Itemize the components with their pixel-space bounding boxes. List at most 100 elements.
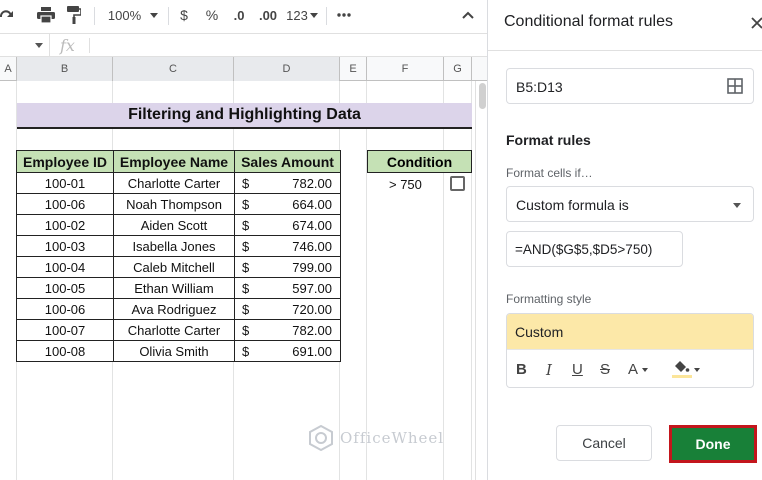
sales-amount-value: 799.00 [292, 259, 332, 275]
more-options-icon[interactable] [336, 4, 352, 26]
style-toolbar: B I U S A [507, 349, 753, 387]
employee-id-cell[interactable]: 100-06 [16, 298, 114, 320]
collapse-toolbar-icon[interactable] [460, 4, 476, 26]
header-employee-id[interactable]: Employee ID [16, 150, 114, 173]
close-icon[interactable] [750, 13, 762, 33]
grid-line [471, 81, 472, 480]
table-row: 100-04 Caleb Mitchell $799.00 [16, 256, 341, 278]
column-header[interactable]: C [113, 57, 234, 81]
text-color-icon[interactable]: A [628, 361, 649, 378]
name-box[interactable] [0, 34, 50, 56]
column-header[interactable]: A [0, 57, 17, 81]
currency-button[interactable]: $ [176, 4, 192, 26]
select-range-icon[interactable] [727, 78, 743, 94]
underline-icon[interactable]: U [572, 361, 583, 378]
employee-name-cell[interactable]: Ava Rodriguez [113, 298, 235, 320]
scrollbar-thumb[interactable] [479, 83, 486, 109]
formatting-style-box: Custom B I U S A [506, 313, 754, 388]
currency-symbol: $ [242, 218, 250, 233]
employee-name-cell[interactable]: Isabella Jones [113, 235, 235, 257]
italic-icon[interactable]: I [546, 361, 552, 379]
condition-checkbox[interactable] [450, 176, 465, 191]
sales-amount-cell[interactable]: $799.00 [234, 256, 341, 278]
sales-amount-value: 720.00 [292, 301, 332, 317]
sales-amount-cell[interactable]: $782.00 [234, 319, 341, 341]
zoom-value: 100% [107, 7, 142, 23]
vertical-scrollbar[interactable] [475, 81, 487, 480]
table-row: 100-06 Ava Rodriguez $720.00 [16, 298, 341, 320]
condition-value[interactable]: > 750 [389, 177, 422, 192]
employee-name-cell[interactable]: Aiden Scott [113, 214, 235, 236]
custom-formula-input[interactable]: =AND($G$5,$D5>750) [506, 231, 683, 267]
employee-name-cell[interactable]: Ethan William [113, 277, 235, 299]
currency-symbol: $ [242, 176, 250, 191]
sales-amount-cell[interactable]: $746.00 [234, 235, 341, 257]
employee-name-cell[interactable]: Caleb Mitchell [113, 256, 235, 278]
condition-dropdown[interactable]: Custom formula is [506, 186, 754, 222]
column-headers: A B C D E F G [0, 57, 487, 81]
employee-name-cell[interactable]: Noah Thompson [113, 193, 235, 215]
redo-icon[interactable] [0, 4, 14, 26]
chevron-down-icon [733, 203, 741, 208]
fill-color-icon[interactable] [672, 359, 700, 383]
employee-id-cell[interactable]: 100-08 [16, 340, 114, 362]
spreadsheet-area: 100% $ % .0 .00 123 fx A B C D E F G Fil… [0, 0, 487, 480]
print-icon[interactable] [36, 4, 56, 26]
strikethrough-icon[interactable]: S [600, 361, 610, 378]
sales-amount-value: 782.00 [292, 175, 332, 191]
sales-amount-cell[interactable]: $691.00 [234, 340, 341, 362]
condition-dropdown-value: Custom formula is [516, 197, 629, 213]
sales-amount-value: 664.00 [292, 196, 332, 212]
formula-input[interactable] [92, 34, 472, 56]
format-rules-label: Format rules [506, 132, 591, 148]
sales-amount-cell[interactable]: $720.00 [234, 298, 341, 320]
employee-id-cell[interactable]: 100-05 [16, 277, 114, 299]
table-row: 100-02 Aiden Scott $674.00 [16, 214, 341, 236]
done-button[interactable]: Done [670, 426, 756, 462]
employee-id-cell[interactable]: 100-07 [16, 319, 114, 341]
style-preview[interactable]: Custom [507, 314, 753, 349]
employee-id-cell[interactable]: 100-03 [16, 235, 114, 257]
number-format-select[interactable]: 123 [285, 4, 319, 26]
sales-amount-cell[interactable]: $782.00 [234, 172, 341, 194]
currency-symbol: $ [242, 323, 250, 338]
number-format-label: 123 [286, 7, 308, 23]
condition-header[interactable]: Condition [367, 150, 472, 173]
column-header[interactable]: B [17, 57, 113, 81]
header-sales-amount[interactable]: Sales Amount [234, 150, 341, 173]
header-employee-name[interactable]: Employee Name [113, 150, 235, 173]
column-header[interactable]: E [340, 57, 367, 81]
bold-icon[interactable]: B [516, 361, 527, 378]
percent-button[interactable]: % [204, 4, 220, 26]
range-input[interactable]: B5:D13 [506, 68, 754, 104]
cancel-button[interactable]: Cancel [556, 425, 652, 461]
increase-decimal-button[interactable]: .00 [256, 4, 280, 26]
formatting-style-label: Formatting style [506, 292, 592, 306]
toolbar-divider [326, 7, 327, 25]
employee-id-cell[interactable]: 100-01 [16, 172, 114, 194]
employee-name-cell[interactable]: Charlotte Carter [113, 172, 235, 194]
employee-name-cell[interactable]: Charlotte Carter [113, 319, 235, 341]
sheet-title: Filtering and Highlighting Data [17, 103, 472, 129]
employee-id-cell[interactable]: 100-02 [16, 214, 114, 236]
fx-icon: fx [60, 36, 75, 55]
zoom-select[interactable]: 100% [106, 4, 160, 26]
chevron-down-icon [642, 368, 649, 373]
table-row: 100-07 Charlotte Carter $782.00 [16, 319, 341, 341]
conditional-format-panel: Conditional format rules B5:D13 Format r… [487, 0, 762, 480]
employee-id-cell[interactable]: 100-06 [16, 193, 114, 215]
decrease-decimal-label: .0 [233, 7, 245, 23]
column-header[interactable]: G [444, 57, 472, 81]
sales-amount-cell[interactable]: $597.00 [234, 277, 341, 299]
currency-symbol: $ [242, 302, 250, 317]
decrease-decimal-button[interactable]: .0 [229, 4, 249, 26]
employee-id-cell[interactable]: 100-04 [16, 256, 114, 278]
sales-amount-value: 674.00 [292, 217, 332, 233]
sales-amount-cell[interactable]: $674.00 [234, 214, 341, 236]
sales-amount-cell[interactable]: $664.00 [234, 193, 341, 215]
column-header[interactable]: F [367, 57, 444, 81]
chevron-down-icon [35, 43, 43, 48]
employee-name-cell[interactable]: Olivia Smith [113, 340, 235, 362]
paint-format-icon[interactable] [64, 4, 84, 26]
column-header[interactable]: D [234, 57, 340, 81]
